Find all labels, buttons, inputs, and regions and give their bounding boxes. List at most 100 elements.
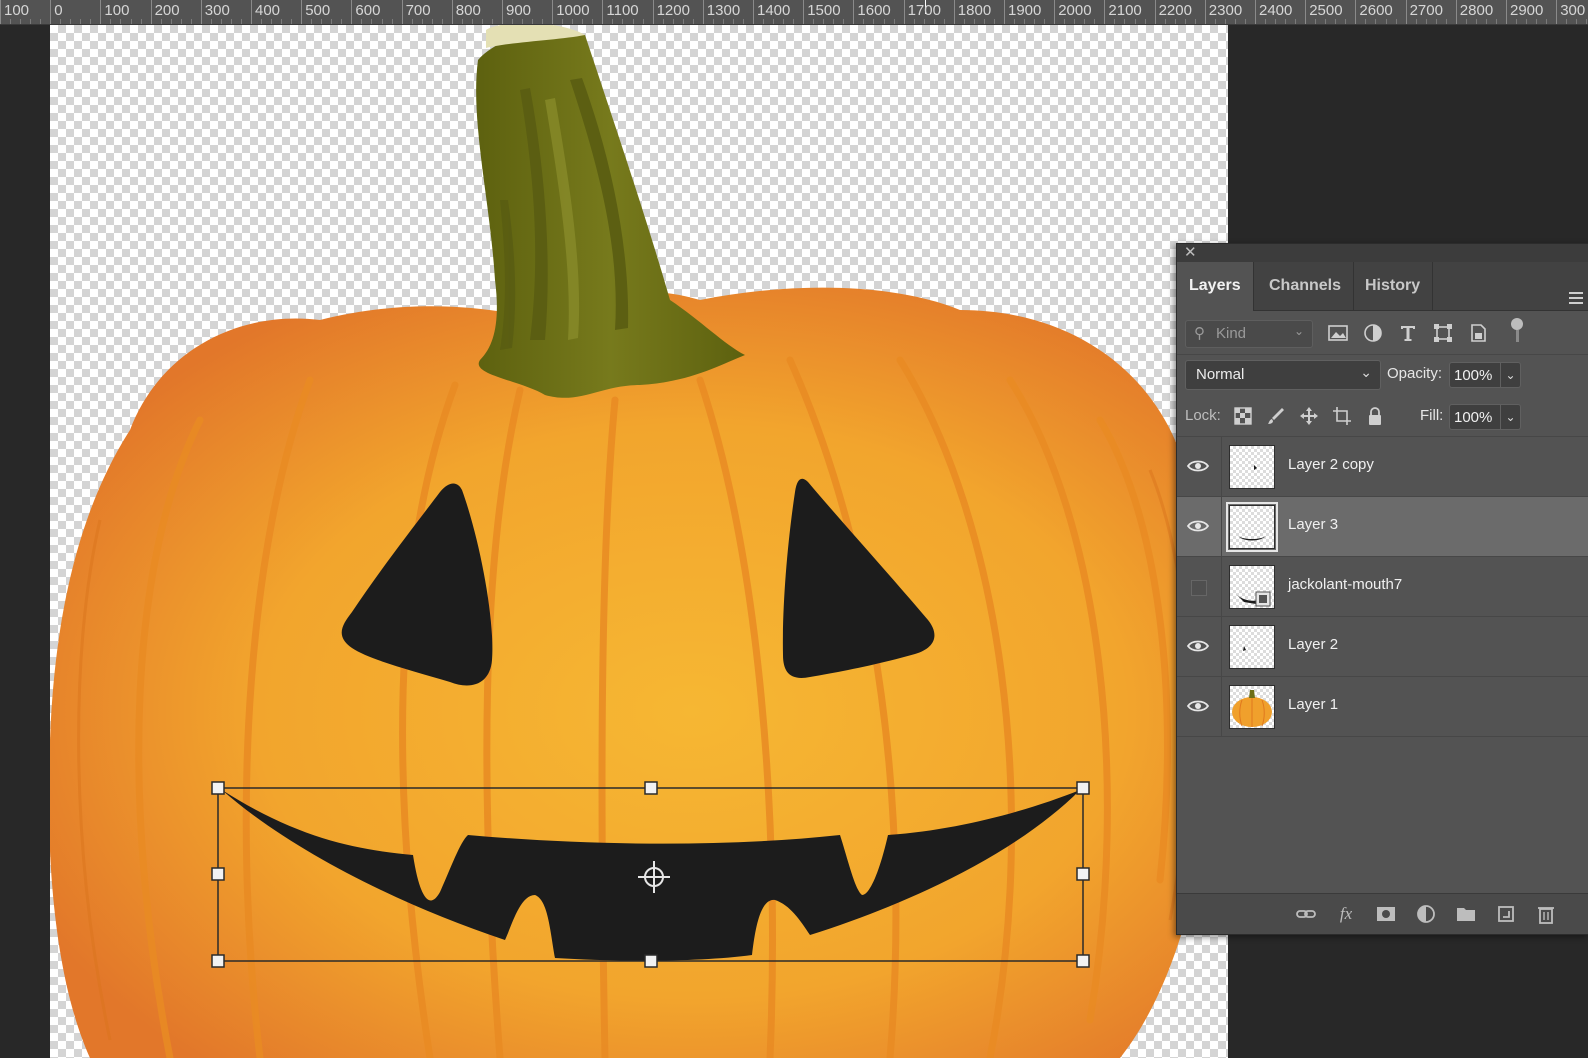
visibility-column: [1177, 557, 1222, 616]
ruler-minor-tick: [1475, 19, 1477, 24]
ruler-minor-tick: [20, 19, 22, 24]
tab-history[interactable]: History: [1353, 262, 1434, 310]
ruler-minor-tick: [993, 19, 995, 24]
ruler-minor-tick: [1275, 19, 1277, 24]
tab-channels[interactable]: Channels: [1257, 262, 1355, 310]
ruler-label: 1300: [706, 2, 741, 19]
lock-position-icon[interactable]: [1298, 405, 1320, 427]
shape-filter-icon[interactable]: [1432, 322, 1454, 344]
ruler-minor-tick: [80, 19, 82, 24]
tab-layers[interactable]: Layers: [1177, 262, 1254, 311]
mask-icon[interactable]: [1375, 903, 1397, 925]
layer-row-layer-3[interactable]: Layer 3: [1177, 497, 1588, 557]
eye-icon[interactable]: [1187, 519, 1209, 533]
ruler-label: 2500: [1309, 2, 1343, 19]
opacity-input[interactable]: 100%: [1449, 362, 1501, 388]
layer-row-layer-1[interactable]: Layer 1: [1177, 677, 1588, 737]
ruler-minor-tick: [441, 19, 443, 24]
folder-icon[interactable]: [1455, 903, 1477, 925]
ruler-minor-tick: [1224, 19, 1226, 24]
lock-all-icon[interactable]: [1364, 405, 1386, 427]
ruler-minor-tick: [1074, 19, 1076, 24]
adjustment-filter-icon[interactable]: [1362, 322, 1384, 344]
ruler-label: 100: [104, 2, 130, 19]
ruler-minor-tick: [612, 19, 614, 24]
new-layer-icon[interactable]: [1495, 903, 1517, 925]
ruler-minor-tick: [160, 19, 162, 24]
panel-menu-icon[interactable]: [1569, 292, 1583, 304]
eye-icon[interactable]: [1187, 699, 1209, 713]
ruler-minor-tick: [1485, 19, 1487, 24]
lock-transparent-pixels-icon[interactable]: [1232, 405, 1254, 427]
link-icon[interactable]: [1295, 903, 1317, 925]
ruler-major-tick: [150, 0, 152, 24]
ruler-major-tick: [200, 0, 202, 24]
layer-row-jackolant-mouth7[interactable]: jackolant-mouth7: [1177, 557, 1588, 617]
lock-artboard-icon[interactable]: [1331, 405, 1353, 427]
ruler-major-tick: [652, 0, 654, 24]
adjustment-icon[interactable]: [1415, 903, 1437, 925]
ruler-minor-tick: [1375, 19, 1377, 24]
ruler-major-tick: [552, 0, 554, 24]
ruler-label: 1100: [606, 2, 639, 19]
ruler-label: 500: [305, 2, 331, 19]
filter-toggle-track: [1516, 330, 1519, 342]
ruler-minor-tick: [1536, 19, 1538, 24]
ruler-label: 800: [455, 2, 481, 19]
ruler-minor-tick: [40, 19, 42, 24]
ruler-minor-tick: [1395, 19, 1397, 24]
fill-dropdown[interactable]: ⌄: [1501, 404, 1521, 430]
ruler-major-tick: [1556, 0, 1558, 24]
ruler-label: 1500: [807, 2, 841, 19]
ruler-minor-tick: [110, 19, 112, 24]
pumpkin-artwork[interactable]: [50, 25, 1228, 1058]
ruler-minor-tick: [572, 19, 574, 24]
opacity-dropdown[interactable]: ⌄: [1501, 362, 1521, 388]
ruler-minor-tick: [1034, 19, 1036, 24]
ruler-minor-tick: [843, 19, 845, 24]
ruler-minor-tick: [230, 19, 232, 24]
ruler-minor-tick: [190, 19, 192, 24]
eye-icon[interactable]: [1187, 459, 1209, 473]
ruler-major-tick: [1506, 0, 1507, 24]
image-filter-icon[interactable]: [1327, 322, 1349, 344]
ruler-label: 1600: [857, 2, 891, 19]
ruler-minor-tick: [712, 19, 714, 24]
smart-object-filter-icon[interactable]: [1467, 322, 1489, 344]
ruler-label: 300: [1560, 2, 1586, 19]
blend-row: Normal ⌄ Opacity: 100% ⌄: [1177, 354, 1588, 394]
layers-panel: ✕ Layers Channels History ⚲ Kind ⌄ Norma…: [1176, 243, 1588, 935]
ruler-minor-tick: [923, 19, 925, 24]
layer-row-layer-2-copy[interactable]: Layer 2 copy: [1177, 437, 1588, 497]
close-icon[interactable]: ✕: [1184, 244, 1197, 262]
chevron-down-icon: ⌄: [1360, 364, 1372, 380]
ruler-minor-tick: [1174, 19, 1176, 24]
layer-row-layer-2[interactable]: Layer 2: [1177, 617, 1588, 677]
panel-title-bar[interactable]: ✕: [1177, 244, 1588, 262]
ruler-label: 2100: [1108, 2, 1142, 19]
ruler-label: 1000: [556, 2, 590, 19]
fx-icon[interactable]: fx: [1335, 903, 1357, 925]
type-filter-icon[interactable]: [1397, 322, 1419, 344]
filter-kind-select[interactable]: ⚲ Kind ⌄: [1185, 320, 1313, 348]
ruler-minor-tick: [1415, 19, 1417, 24]
fill-input[interactable]: 100%: [1449, 404, 1501, 430]
document-canvas[interactable]: [50, 25, 1228, 1058]
ruler-minor-tick: [1345, 19, 1347, 24]
lock-image-pixels-icon[interactable]: [1265, 405, 1287, 427]
eye-icon[interactable]: [1187, 639, 1209, 653]
ruler-label: 600: [355, 2, 381, 19]
ruler-major-tick: [1004, 0, 1005, 24]
ruler-minor-tick: [431, 19, 433, 24]
horizontal-ruler[interactable]: 100 0 100 200 300 400 500 600 700 800 900 1000 1100 1…: [0, 0, 1588, 25]
visibility-off-box[interactable]: [1191, 580, 1207, 596]
ruler-minor-tick: [361, 19, 363, 24]
filter-toggle-switch[interactable]: [1511, 318, 1523, 330]
ruler-label: 1700: [907, 2, 941, 19]
ruler-minor-tick: [1445, 19, 1447, 24]
trash-icon[interactable]: [1535, 903, 1557, 925]
blend-mode-select[interactable]: Normal ⌄: [1185, 360, 1381, 390]
ruler-minor-tick: [893, 19, 895, 24]
layer-name: Layer 2 copy: [1288, 456, 1374, 473]
ruler-minor-tick: [180, 19, 182, 24]
